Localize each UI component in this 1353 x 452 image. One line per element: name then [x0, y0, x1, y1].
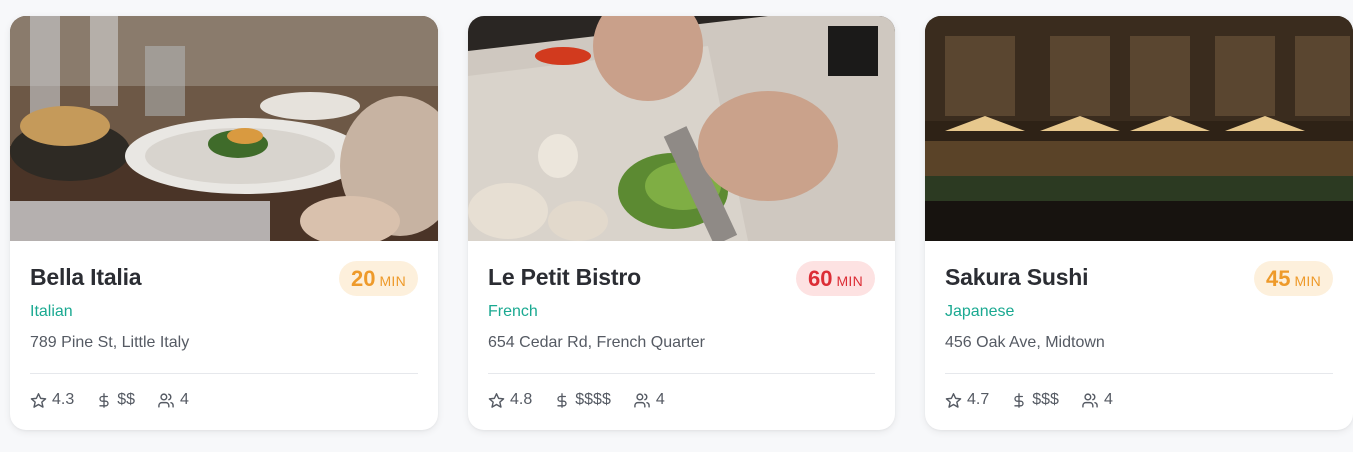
address-text: 456 Oak Ave, Midtown [945, 334, 1105, 351]
price-level: $$$$ [575, 391, 611, 408]
cuisine-label: French [488, 303, 538, 320]
rating-value: 4.7 [967, 391, 990, 408]
restaurant-name: Le Petit Bistro [488, 264, 641, 290]
party-size: 4 [633, 391, 665, 409]
rating: 4.7 [945, 391, 989, 409]
dollar-icon [1011, 392, 1027, 409]
party-size: 4 [1081, 391, 1113, 409]
cuisine-label: Italian [30, 303, 73, 320]
meta-row: 4.7 $$$ 4 [945, 390, 1135, 410]
chef-chopping-photo [468, 16, 895, 241]
wait-time-value: 20 [350, 266, 376, 291]
rating-value: 4.8 [510, 391, 533, 408]
restaurant-card[interactable]: Bella Italia 20 MIN Italian 789 Pine St,… [10, 16, 438, 430]
restaurant-name: Sakura Sushi [945, 264, 1089, 290]
dollar-icon [96, 392, 112, 409]
wait-time-badge: 20 MIN [338, 261, 418, 296]
users-icon [1081, 392, 1099, 409]
divider [945, 373, 1333, 374]
rating-value: 4.3 [52, 391, 75, 408]
wait-time-value: 45 [1265, 266, 1291, 291]
restaurant-name: Bella Italia [30, 264, 142, 290]
restaurant-card[interactable]: Le Petit Bistro 60 MIN French 654 Cedar … [468, 16, 895, 430]
party-size-value: 4 [180, 391, 189, 408]
address-text: 789 Pine St, Little Italy [30, 334, 190, 351]
restaurant-card[interactable]: Sakura Sushi 45 MIN Japanese 456 Oak Ave… [925, 16, 1353, 430]
rating: 4.8 [488, 391, 532, 409]
star-icon [30, 392, 47, 409]
divider [30, 373, 418, 374]
meta-row: 4.3 $$ 4 [30, 390, 211, 410]
users-icon [157, 392, 175, 409]
wait-time-badge: 45 MIN [1253, 261, 1333, 296]
meta-row: 4.8 $$$$ 4 [488, 390, 687, 410]
wait-time-value: 60 [807, 266, 833, 291]
star-icon [945, 392, 962, 409]
plated-dinner-photo [10, 16, 438, 241]
users-icon [633, 392, 651, 409]
divider [488, 373, 875, 374]
party-size: 4 [157, 391, 189, 409]
cuisine-label: Japanese [945, 303, 1015, 320]
wait-time-unit: MIN [379, 273, 406, 289]
party-size-value: 4 [1103, 391, 1113, 408]
party-size-value: 4 [655, 391, 665, 408]
star-icon [488, 392, 505, 409]
address-text: 654 Cedar Rd, French Quarter [488, 334, 705, 351]
wait-time-unit: MIN [1294, 273, 1321, 289]
price: $$ [96, 391, 135, 409]
night-terrace-photo [925, 16, 1353, 241]
price: $$$ [1011, 391, 1059, 409]
wait-time-unit: MIN [836, 273, 863, 289]
dollar-icon [554, 392, 570, 409]
rating: 4.3 [30, 391, 74, 409]
price: $$$$ [554, 391, 611, 409]
price-level: $$$ [1032, 391, 1059, 408]
price-level: $$ [117, 391, 136, 408]
wait-time-badge: 60 MIN [795, 261, 875, 296]
